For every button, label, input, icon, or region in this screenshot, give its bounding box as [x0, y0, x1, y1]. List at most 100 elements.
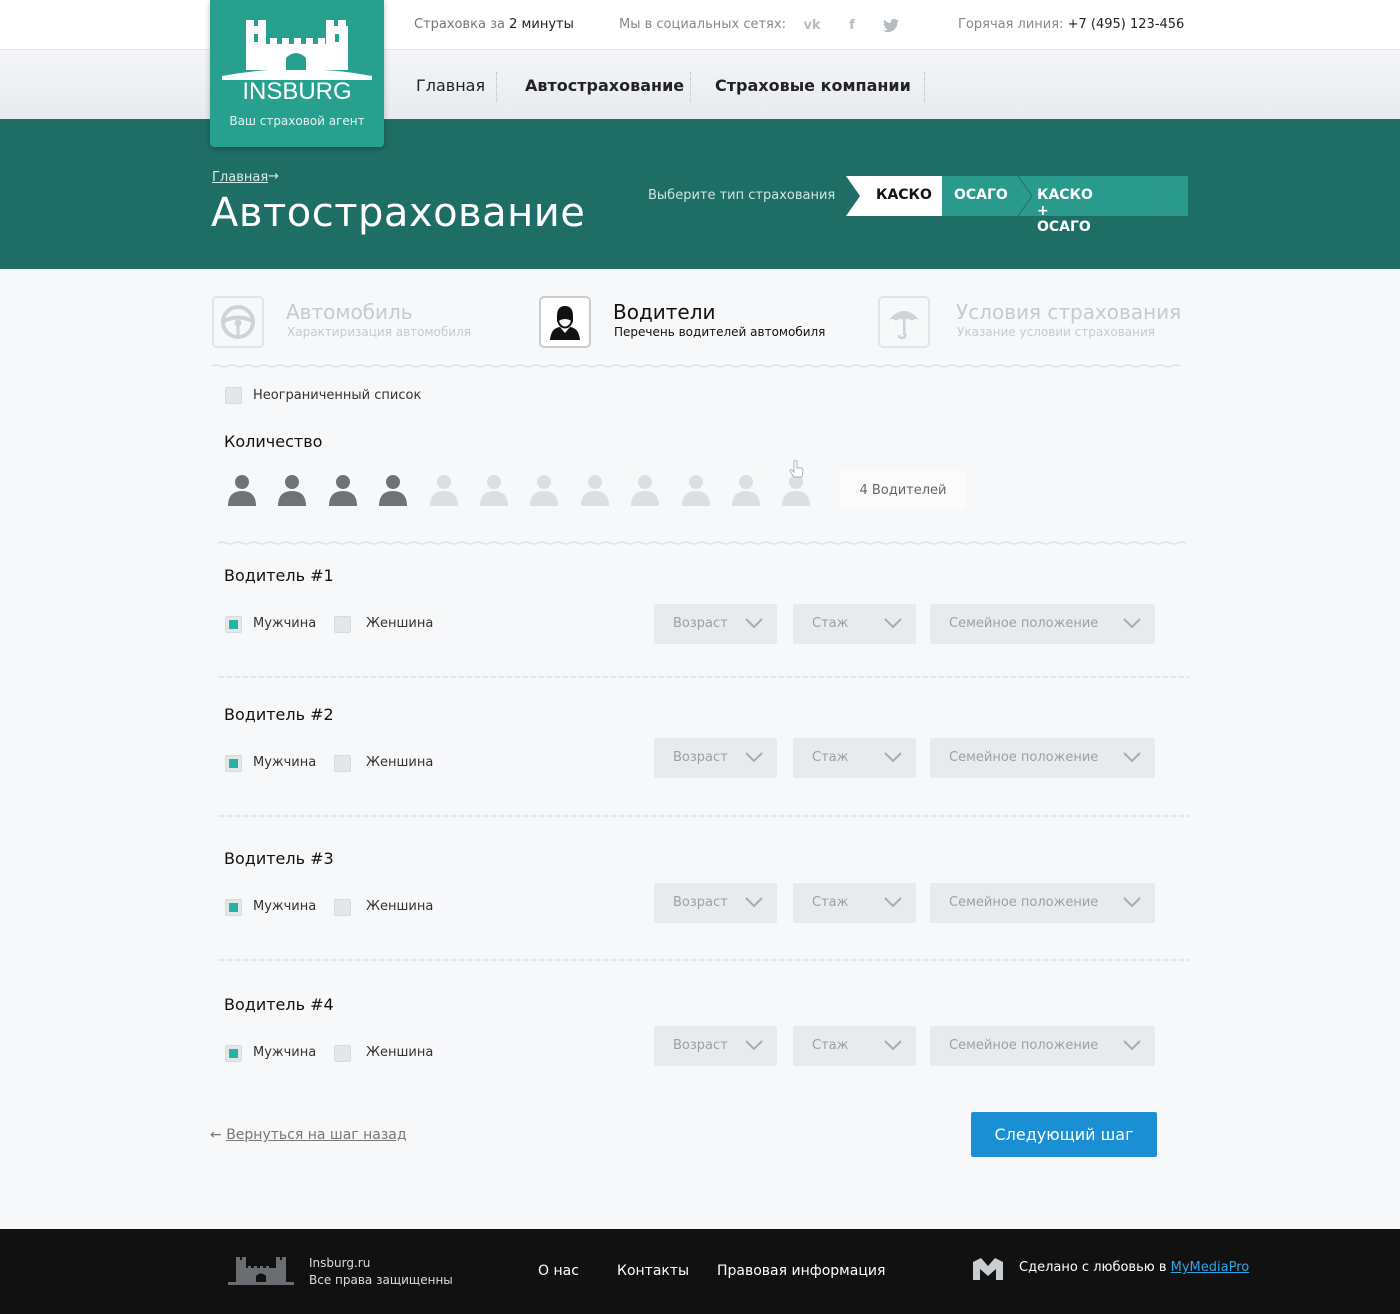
driver-1-experience-select[interactable]: Стаж	[793, 604, 916, 644]
driver-count-person-icon[interactable]	[730, 472, 762, 508]
driver-1-age-select[interactable]: Возраст	[654, 604, 777, 644]
driver-2-age-select[interactable]: Возраст	[654, 738, 777, 778]
social-label: Мы в социальных сетях:	[619, 17, 786, 32]
step-car[interactable]	[212, 296, 264, 348]
driver-icon	[550, 306, 580, 340]
driver-3-marital-select[interactable]: Семейное положение	[930, 883, 1155, 923]
facebook-icon[interactable]: f	[841, 14, 863, 36]
driver-count-person-icon[interactable]	[579, 472, 611, 508]
driver-3-age-select[interactable]: Возраст	[654, 883, 777, 923]
driver-count-person-icon[interactable]	[528, 472, 560, 508]
page-title: Автострахование	[211, 190, 586, 236]
step-drivers[interactable]	[539, 296, 591, 348]
driver-count-person-icon[interactable]	[226, 472, 258, 508]
driver-3-experience-select[interactable]: Стаж	[793, 883, 916, 923]
step-conditions[interactable]	[878, 296, 930, 348]
footer-made-link[interactable]: MyMediaPro	[1171, 1260, 1250, 1275]
nav-separator	[924, 72, 925, 102]
select-value: Семейное положение	[949, 616, 1099, 631]
driver-2-male-checkbox[interactable]	[225, 755, 242, 772]
breadcrumb-arrow-icon: →	[268, 169, 279, 184]
divider	[218, 676, 1189, 678]
back-link[interactable]: ← Вернуться на шаг назад	[210, 1127, 407, 1143]
select-value: Стаж	[812, 895, 849, 910]
hotline: Горячая линия: +7 (495) 123-456	[958, 17, 1184, 32]
unlimited-list-checkbox[interactable]	[225, 387, 242, 404]
driver-count-person-icon[interactable]	[377, 472, 409, 508]
driver-1-marital-select[interactable]: Семейное положение	[930, 604, 1155, 644]
driver-1-title: Водитель #1	[224, 566, 334, 585]
driver-2-female-checkbox[interactable]	[334, 755, 351, 772]
step-drivers-subtitle: Перечень водителей автомобиля	[614, 325, 826, 339]
driver-count-person-icon[interactable]	[680, 472, 712, 508]
footer-link-about[interactable]: О нас	[538, 1263, 579, 1279]
tagline: Страховка за 2 минуты	[414, 17, 574, 32]
driver-1-male-checkbox[interactable]	[225, 616, 242, 633]
hotline-phone: +7 (495) 123-456	[1067, 17, 1185, 32]
footer-castle-icon	[228, 1257, 294, 1285]
mymediapro-logo-icon	[973, 1258, 1003, 1280]
chevron-down-icon	[1123, 752, 1141, 763]
twitter-icon[interactable]	[880, 14, 902, 36]
driver-4-female-checkbox[interactable]	[334, 1045, 351, 1062]
tab-kasko[interactable]: КАСКО	[876, 187, 932, 203]
driver-1-female-label: Женшина	[366, 616, 434, 631]
select-value: Возраст	[673, 750, 728, 765]
step-conditions-subtitle: Указание условии страхования	[957, 325, 1155, 339]
next-step-button[interactable]: Следующий шаг	[971, 1112, 1157, 1157]
driver-count-person-icon[interactable]	[276, 472, 308, 508]
castle-icon	[222, 20, 372, 80]
chevron-down-icon	[884, 897, 902, 908]
tab-kasko-osago[interactable]: КАСКО + ОСАГО	[1037, 187, 1093, 235]
hotline-label: Горячая линия:	[958, 17, 1064, 32]
driver-count-person-icon[interactable]	[629, 472, 661, 508]
driver-3-female-label: Женшина	[366, 899, 434, 914]
driver-count-person-icon[interactable]	[428, 472, 460, 508]
driver-2-male-label: Мужчина	[253, 755, 317, 770]
select-value: Семейное положение	[949, 750, 1099, 765]
nav-item-auto-insurance[interactable]: Автострахование	[525, 76, 684, 95]
driver-4-age-select[interactable]: Возраст	[654, 1026, 777, 1066]
chevron-down-icon	[745, 618, 763, 629]
driver-count-person-icon[interactable]	[327, 472, 359, 508]
driver-3-female-checkbox[interactable]	[334, 899, 351, 916]
step-drivers-title: Водители	[613, 300, 716, 324]
tagline-prefix: Страховка за	[414, 17, 506, 32]
chevron-down-icon	[745, 1040, 763, 1051]
nav-item-home[interactable]: Главная	[416, 76, 485, 95]
chevron-down-icon	[1123, 1040, 1141, 1051]
driver-4-marital-select[interactable]: Семейное положение	[930, 1026, 1155, 1066]
driver-count-person-icon[interactable]	[478, 472, 510, 508]
back-link-label: Вернуться на шаг назад	[226, 1127, 407, 1143]
vk-icon[interactable]: vk	[801, 14, 823, 36]
driver-3-male-label: Мужчина	[253, 899, 317, 914]
driver-count-display: 4 Водителей	[840, 470, 966, 510]
select-value: Возраст	[673, 1038, 728, 1053]
driver-1-male-label: Мужчина	[253, 616, 317, 631]
driver-3-male-checkbox[interactable]	[225, 899, 242, 916]
step-car-title: Автомобиль	[286, 300, 413, 324]
select-value: Стаж	[812, 750, 849, 765]
select-value: Семейное положение	[949, 895, 1099, 910]
driver-2-female-label: Женшина	[366, 755, 434, 770]
driver-4-male-checkbox[interactable]	[225, 1045, 242, 1062]
footer-site: Insburg.ru	[309, 1256, 371, 1270]
footer-made-by: Сделано с любовью в MyMediaPro	[1019, 1260, 1249, 1275]
driver-1-female-checkbox[interactable]	[334, 616, 351, 633]
driver-4-title: Водитель #4	[224, 995, 334, 1014]
cursor-hand-icon	[789, 460, 804, 478]
tab-osago[interactable]: ОСАГО	[954, 187, 1008, 203]
nav-item-insurance-companies[interactable]: Страховые компании	[715, 76, 911, 95]
logo[interactable]: INSBURG Ваш страховой агент	[210, 0, 384, 147]
torn-edge	[0, 244, 1400, 266]
footer-link-contacts[interactable]: Контакты	[617, 1263, 689, 1279]
logo-subtitle: Ваш страховой агент	[229, 114, 365, 128]
footer-link-legal[interactable]: Правовая информация	[717, 1263, 885, 1279]
driver-2-experience-select[interactable]: Стаж	[793, 738, 916, 778]
driver-2-marital-select[interactable]: Семейное положение	[930, 738, 1155, 778]
driver-4-experience-select[interactable]: Стаж	[793, 1026, 916, 1066]
chevron-down-icon	[884, 1040, 902, 1051]
chevron-down-icon	[1123, 897, 1141, 908]
breadcrumb[interactable]: Главная	[212, 170, 268, 185]
step-car-subtitle: Характиризация автомобиля	[287, 325, 471, 339]
